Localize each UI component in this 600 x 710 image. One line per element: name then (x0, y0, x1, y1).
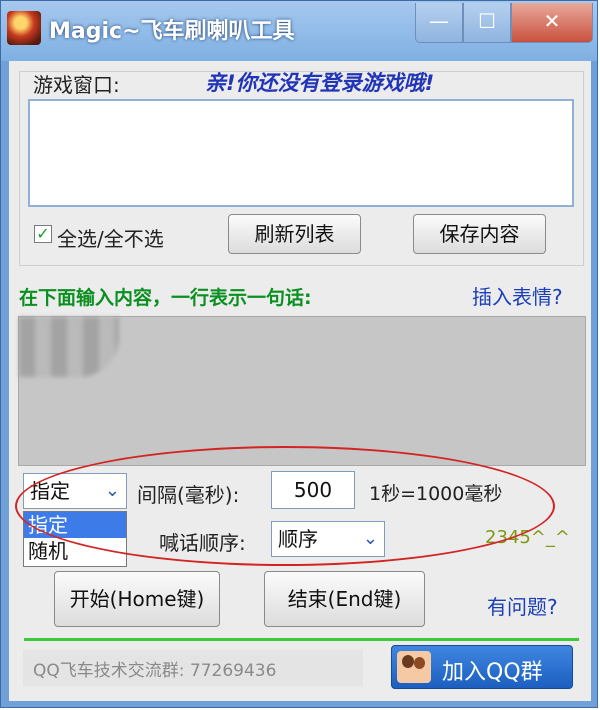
game-window-list[interactable] (28, 99, 574, 207)
app-window: Magic~飞车刷喇叭工具 — ☐ ✕ 游戏窗口: 亲!你还没有登录游戏哦! ✓… (0, 0, 598, 708)
select-all-label: 全选/全不选 (57, 227, 164, 251)
interval-label: 间隔(毫秒): (137, 483, 240, 507)
close-button[interactable]: ✕ (511, 3, 593, 43)
insert-emoji-link[interactable]: 插入表情? (472, 281, 563, 310)
users-icon (397, 651, 431, 683)
help-link[interactable]: 有问题? (487, 591, 558, 620)
join-qq-group-button[interactable]: 加入QQ群 (391, 645, 573, 689)
mode-dropdown-list[interactable]: 指定 随机 (23, 511, 127, 567)
interval-hint: 1秒=1000毫秒 (369, 483, 503, 505)
save-content-button[interactable]: 保存内容 (413, 214, 546, 254)
game-window-label: 游戏窗口: (33, 73, 120, 97)
login-status-message: 亲!你还没有登录游戏哦! (205, 71, 435, 95)
blurred-content (19, 317, 119, 377)
qq-group-text: QQ飞车技术交流群: 77269436 (33, 661, 277, 681)
title-bar[interactable]: Magic~飞车刷喇叭工具 — ☐ ✕ (1, 1, 597, 61)
mode-select[interactable]: 指定 ⌄ (23, 473, 127, 509)
chevron-down-icon: ⌄ (362, 528, 378, 549)
content-instruction: 在下面输入内容，一行表示一句话: (19, 287, 312, 309)
start-button[interactable]: 开始(Home键) (54, 571, 220, 627)
footer-info-box: QQ飞车技术交流群: 77269436 (23, 650, 363, 686)
smiley-text: 2345^_^ (485, 527, 570, 548)
select-all-checkbox[interactable]: ✓ (34, 225, 52, 243)
order-label: 喊话顺序: (159, 531, 246, 555)
order-select-value: 顺序 (278, 527, 318, 551)
chevron-down-icon: ⌄ (104, 480, 120, 501)
end-button[interactable]: 结束(End键) (264, 571, 425, 627)
mode-option[interactable]: 指定 (24, 512, 126, 538)
message-content-textarea[interactable] (18, 316, 586, 466)
window-title: Magic~飞车刷喇叭工具 (49, 19, 295, 44)
client-area: 游戏窗口: 亲!你还没有登录游戏哦! ✓ 全选/全不选 刷新列表 保存内容 在下… (9, 61, 591, 701)
progress-bar (24, 638, 579, 641)
mode-select-value: 指定 (30, 479, 70, 503)
minimize-button[interactable]: — (415, 3, 463, 43)
app-icon (7, 11, 41, 45)
interval-input[interactable]: 500 (271, 471, 355, 509)
join-qq-label: 加入QQ群 (442, 660, 543, 685)
order-select[interactable]: 顺序 ⌄ (271, 521, 385, 557)
maximize-button[interactable]: ☐ (463, 3, 511, 43)
mode-option[interactable]: 随机 (24, 538, 126, 564)
refresh-list-button[interactable]: 刷新列表 (228, 214, 361, 254)
